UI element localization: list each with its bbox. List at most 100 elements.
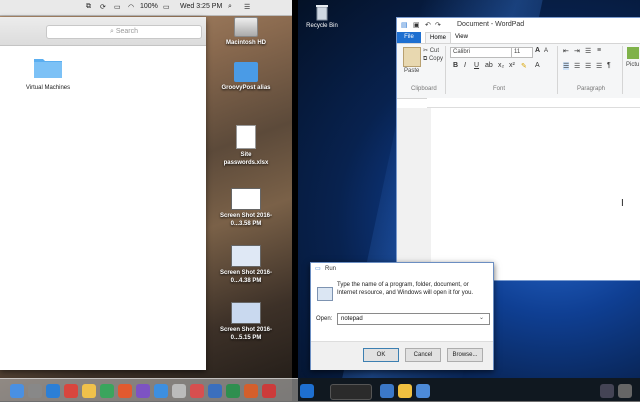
taskbar-explorer-icon[interactable]: [398, 384, 412, 398]
ruler[interactable]: [427, 98, 640, 108]
line-spacing-icon[interactable]: ≡: [597, 47, 601, 54]
desktop-icon-macintosh-hd[interactable]: Macintosh HD: [218, 17, 274, 47]
taskbar-start-icon[interactable]: [300, 384, 314, 398]
dock-parallels-icon[interactable]: [262, 384, 276, 398]
dock-music-icon[interactable]: [190, 384, 204, 398]
dock-chrome-icon[interactable]: [64, 384, 78, 398]
underline-button[interactable]: U: [474, 62, 479, 69]
cut-label: Cut: [429, 48, 440, 54]
chevron-down-icon[interactable]: ⌄: [479, 314, 484, 321]
tab-file[interactable]: File: [397, 32, 421, 43]
dropbox-icon[interactable]: ⧉: [86, 3, 91, 11]
wordpad-app-icon: ▤: [401, 22, 408, 29]
paragraph-settings-icon[interactable]: ¶: [607, 62, 611, 69]
desktop-icon-screenshot-1[interactable]: Screen Shot 2016-0...3.58 PM: [218, 188, 274, 228]
save-icon[interactable]: ▣: [413, 21, 420, 29]
sync-icon[interactable]: ⟳: [100, 3, 106, 11]
subscript-button[interactable]: x₂: [498, 62, 504, 69]
justify-icon[interactable]: ☰: [596, 62, 602, 70]
wordpad-titlebar: ▤ ▣ ↶ ↷ Document - WordPad: [397, 18, 640, 32]
search-icon[interactable]: ⌕: [228, 3, 232, 11]
desktop-icon-screenshot-3[interactable]: Screen Shot 2016-0...5.15 PM: [218, 302, 274, 342]
paragraph-group-label: Paragraph: [577, 86, 606, 92]
decrease-indent-icon[interactable]: ⇤: [563, 47, 569, 55]
desktop-icon-groovypost[interactable]: GroovyPost alias: [218, 62, 274, 92]
document-icon: [236, 125, 256, 149]
ribbon-separator: [622, 46, 623, 94]
align-right-icon[interactable]: ☰: [585, 62, 591, 70]
run-program-icon: [317, 287, 333, 301]
tab-view[interactable]: View: [455, 32, 468, 43]
dock-calendar-icon[interactable]: [118, 384, 132, 398]
airplay-icon[interactable]: ▭: [114, 3, 121, 11]
dock-safari-icon[interactable]: [46, 384, 60, 398]
copy-button[interactable]: ⧉ Copy: [423, 56, 443, 63]
clock[interactable]: Wed 3:25 PM: [180, 3, 222, 10]
dock-messages-icon[interactable]: [100, 384, 114, 398]
taskbar-search-box[interactable]: [330, 384, 372, 400]
ribbon-separator: [445, 46, 446, 94]
align-left-icon[interactable]: ☰: [563, 62, 570, 70]
superscript-button[interactable]: x²: [509, 62, 515, 69]
screenshot-icon: [231, 188, 261, 210]
desktop-icon-label: Site passwords.xlsx: [223, 152, 269, 166]
cancel-button[interactable]: Cancel: [405, 348, 441, 362]
battery-icon[interactable]: ▭: [163, 3, 170, 11]
finder-search-input[interactable]: ⌕ Search: [46, 25, 202, 39]
increase-indent-icon[interactable]: ⇥: [574, 47, 580, 55]
picture-icon[interactable]: [627, 47, 639, 59]
redo-icon[interactable]: ↷: [435, 21, 441, 29]
dock-notes-icon[interactable]: [82, 384, 96, 398]
folder-alias-icon: [234, 62, 258, 82]
screenshot-icon: [231, 245, 261, 267]
run-app-icon: ▭: [315, 266, 321, 272]
list-icon[interactable]: ☰: [585, 47, 591, 55]
shrink-font-icon[interactable]: A: [544, 48, 548, 54]
font-color-button[interactable]: A: [535, 62, 540, 69]
highlight-icon[interactable]: ✎: [521, 62, 527, 70]
bold-button[interactable]: B: [453, 62, 458, 69]
dock-excel-icon[interactable]: [226, 384, 240, 398]
open-input[interactable]: notepad: [337, 313, 490, 325]
dock-photos-icon[interactable]: [136, 384, 150, 398]
dock-preferences-icon[interactable]: [172, 384, 186, 398]
desktop-icon-site-passwords[interactable]: Site passwords.xlsx: [218, 125, 274, 167]
run-titlebar: ▭ Run: [311, 263, 493, 275]
taskbar-edge-icon[interactable]: [380, 384, 394, 398]
undo-icon[interactable]: ↶: [425, 21, 431, 29]
notification-center-icon[interactable]: ☰: [244, 3, 250, 11]
font-group-label: Font: [493, 86, 506, 92]
finder-item-virtual-machines[interactable]: Virtual Machines: [20, 55, 76, 91]
finder-toolbar: ⌕ Search: [0, 17, 206, 46]
paste-label[interactable]: Paste: [404, 68, 419, 74]
cut-button[interactable]: ✂ Cut: [423, 47, 439, 54]
strikethrough-button[interactable]: ab: [485, 62, 493, 69]
wifi-icon[interactable]: ◠: [128, 3, 134, 11]
picture-label[interactable]: Pictu: [626, 62, 639, 68]
wordpad-title: Document - WordPad: [457, 21, 525, 28]
taskbar-store-icon[interactable]: [416, 384, 430, 398]
desktop-icon-screenshot-2[interactable]: Screen Shot 2016-0...4.38 PM: [218, 245, 274, 285]
taskbar-notification-icon[interactable]: [600, 384, 614, 398]
open-label: Open:: [316, 316, 333, 322]
run-dialog: ▭ Run Type the name of a program, folder…: [310, 262, 494, 370]
font-family-select[interactable]: Calibri: [450, 47, 512, 58]
dock-powerpoint-icon[interactable]: [244, 384, 258, 398]
dock-trash-icon[interactable]: [618, 384, 632, 398]
italic-button[interactable]: I: [464, 62, 466, 69]
paste-icon[interactable]: [403, 47, 421, 67]
dock-launchpad-icon[interactable]: [28, 384, 42, 398]
dock-finder-icon[interactable]: [10, 384, 24, 398]
desktop-icon-recycle-bin[interactable]: Recycle Bin: [302, 3, 342, 29]
grow-font-icon[interactable]: A: [535, 47, 540, 54]
ok-button[interactable]: OK: [363, 348, 399, 362]
align-center-icon[interactable]: ☰: [574, 62, 580, 70]
document-editor[interactable]: I: [431, 108, 640, 280]
font-size-select[interactable]: 11: [511, 47, 533, 58]
battery-label[interactable]: 100%: [140, 3, 158, 10]
dock-appstore-icon[interactable]: [154, 384, 168, 398]
folder-icon: [34, 59, 62, 78]
mac-menubar: ⧉ ⟳ ▭ ◠ 100% ▭ Wed 3:25 PM ⌕ ☰: [0, 0, 292, 16]
browse-button[interactable]: Browse...: [447, 348, 483, 362]
dock-word-icon[interactable]: [208, 384, 222, 398]
